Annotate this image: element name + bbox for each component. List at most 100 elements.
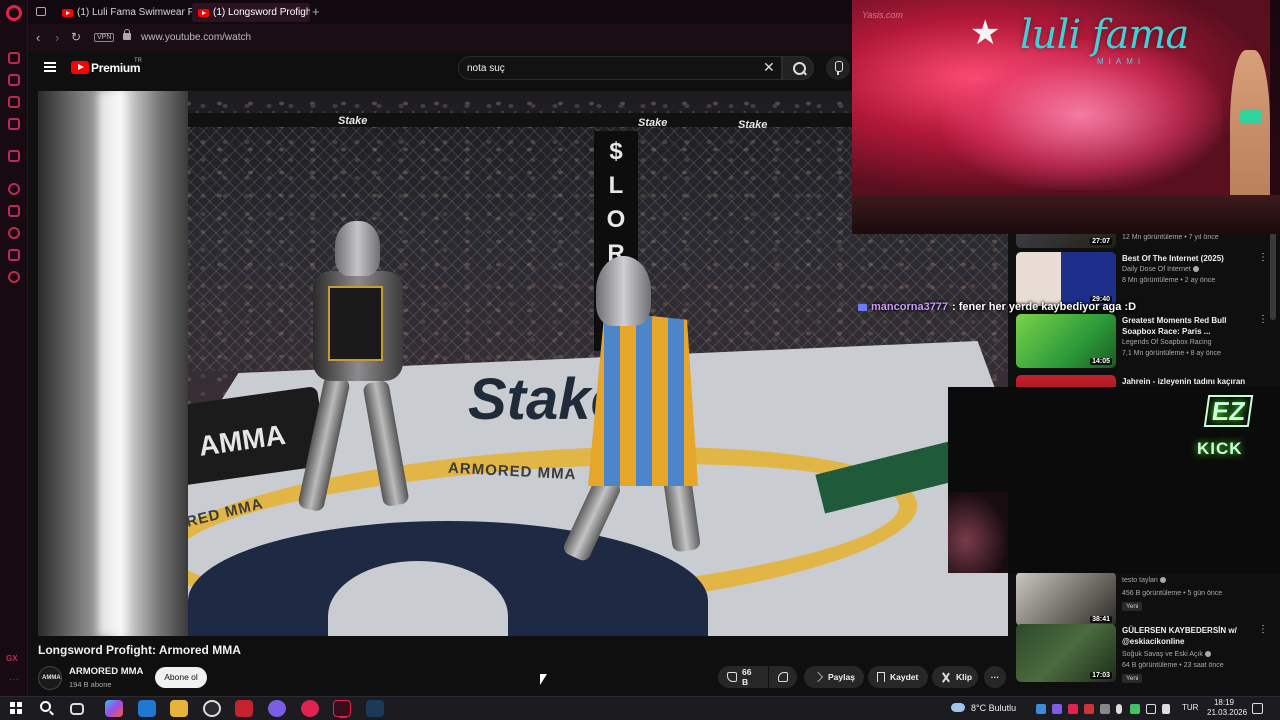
screen: GX ··· (1) Luli Fama Swimwear Fa (1) Lon… — [0, 0, 1280, 720]
kebab-menu-icon[interactable]: ⋮ — [1258, 625, 1268, 635]
search-button[interactable] — [782, 56, 814, 80]
weather-text[interactable]: 8°C Bulutlu — [971, 703, 1016, 713]
back-icon[interactable]: ‹ — [36, 30, 40, 45]
taskbar: 8°C Bulutlu TUR 18:19 21.03.2026 — [0, 696, 1280, 720]
tray-nvidia-icon[interactable] — [1130, 704, 1140, 714]
steam-icon[interactable] — [366, 700, 384, 717]
new-tab-button[interactable]: + — [312, 4, 320, 19]
video-thumbnail[interactable]: 29:40 — [1016, 252, 1116, 306]
notification-icon[interactable] — [1252, 703, 1263, 714]
volume-icon[interactable] — [1162, 704, 1170, 714]
scissors-icon — [941, 672, 951, 682]
cloud-icon[interactable] — [951, 703, 965, 712]
subscribe-button[interactable]: Abone ol — [155, 667, 207, 688]
clock[interactable]: 18:19 21.03.2026 — [1207, 698, 1247, 718]
save-button[interactable]: Kaydet — [868, 666, 928, 688]
language-indicator[interactable]: TUR — [1182, 703, 1198, 712]
dislike-button[interactable] — [769, 666, 797, 688]
more-actions-button[interactable]: ··· — [984, 666, 1006, 688]
sidebar-refresh-icon[interactable] — [8, 52, 20, 64]
list-item[interactable]: 17:03 GÜLERSEN KAYBEDERSİN w/ @eskiaciko… — [1016, 624, 1272, 683]
tab-longsword[interactable]: (1) Longsword Profight — [192, 3, 310, 22]
forward-icon[interactable]: › — [55, 30, 59, 45]
kebab-menu-icon[interactable]: ⋮ — [1258, 253, 1268, 263]
channel-name[interactable]: Legends Of Soapbox Racing — [1122, 339, 1212, 346]
verified-icon — [1192, 266, 1199, 273]
sidebar-more-icon[interactable]: ··· — [9, 674, 19, 685]
voice-search-button[interactable] — [826, 56, 850, 80]
video-meta: 7,1 Mn görüntüleme • 8 ay önce — [1122, 350, 1221, 357]
video-editor-icon[interactable] — [235, 700, 253, 717]
list-item[interactable]: 38:41 testo taylan 456 B görüntüleme • 5… — [1016, 572, 1272, 628]
clear-search-icon[interactable]: ✕ — [763, 59, 775, 76]
clip-label: Klip — [956, 672, 973, 682]
url-field[interactable]: www.youtube.com/watch — [141, 32, 251, 43]
tray-app-icon[interactable] — [1084, 704, 1094, 714]
sidebar-cube-icon[interactable] — [8, 205, 20, 217]
tray-discord-icon[interactable] — [1052, 704, 1062, 714]
kebab-menu-icon[interactable]: ⋮ — [1258, 315, 1268, 325]
opera-icon[interactable] — [301, 700, 319, 717]
tab-luli-fama[interactable]: (1) Luli Fama Swimwear Fa — [56, 3, 204, 22]
start-button[interactable] — [10, 702, 22, 714]
sidebar-twitch-icon[interactable] — [8, 150, 20, 162]
video-thumbnail[interactable]: 38:41 — [1016, 572, 1116, 626]
sidebar-settings-icon[interactable] — [8, 271, 20, 283]
video-thumbnail[interactable]: 14:05 — [1016, 314, 1116, 368]
video-title[interactable]: Best Of The Internet (2025) — [1122, 254, 1250, 265]
channel-name[interactable]: testo taylan — [1122, 577, 1166, 584]
copilot-icon[interactable] — [105, 700, 123, 717]
network-icon[interactable] — [1146, 704, 1156, 714]
youtube-country-code: TR — [134, 58, 142, 64]
video-duration: 17:03 — [1090, 672, 1112, 679]
vpn-badge[interactable]: VPN — [94, 33, 115, 42]
tab-overview-icon[interactable] — [36, 7, 46, 16]
taskbar-search-icon[interactable] — [40, 701, 51, 712]
tray-app-icon[interactable] — [1100, 704, 1110, 714]
webcam-feed — [948, 492, 1008, 573]
share-button[interactable]: Paylaş — [804, 666, 864, 688]
discord-icon[interactable] — [268, 700, 286, 717]
app-icon[interactable] — [203, 700, 221, 717]
list-item[interactable]: 14:05 Greatest Moments Red Bull Soapbox … — [1016, 314, 1272, 370]
tray-steam-icon[interactable] — [1036, 704, 1046, 714]
video-title: Longsword Profight: Armored MMA — [38, 643, 241, 657]
youtube-logo-icon[interactable] — [71, 61, 89, 74]
video-thumbnail[interactable]: 27:07 — [1016, 234, 1116, 248]
chat-text: : fener her yerde kaybediyor aga :D — [952, 301, 1137, 313]
task-view-icon[interactable] — [70, 703, 84, 715]
channel-name[interactable]: Soğuk Savaş ve Eski Açık — [1122, 651, 1211, 658]
opera-logo-icon[interactable] — [6, 5, 22, 21]
sidebar-news-icon[interactable] — [8, 96, 20, 108]
sidebar-bag-icon[interactable] — [8, 74, 20, 86]
list-item[interactable]: 27:07 12 Mn görüntüleme • 7 yıl önce — [1016, 234, 1272, 250]
lock-icon[interactable] — [123, 29, 131, 40]
video-duration: 38:41 — [1090, 616, 1112, 623]
search-input[interactable] — [467, 61, 747, 76]
channel-name[interactable]: ARMORED MMA — [69, 666, 143, 677]
video-title[interactable]: Greatest Moments Red Bull Soapbox Race: … — [1122, 316, 1250, 337]
sidebar-history-icon[interactable] — [8, 227, 20, 239]
clip-button[interactable]: Klip — [932, 666, 978, 688]
channel-name[interactable]: Daily Dose Of Internet — [1122, 266, 1199, 273]
youtube-header: Premium TR ✕ — [28, 52, 852, 86]
menu-icon[interactable] — [44, 62, 56, 72]
opera-gx-icon[interactable] — [333, 700, 351, 718]
channel-avatar[interactable]: AMMA — [38, 666, 62, 690]
tray-opera-icon[interactable] — [1068, 704, 1078, 714]
video-sponsor-tag: Stake — [638, 117, 668, 129]
sidebar-player-icon[interactable] — [8, 183, 20, 195]
youtube-brand[interactable]: Premium — [91, 61, 141, 75]
reload-icon[interactable]: ↻ — [71, 30, 81, 44]
sidebar-extensions-icon[interactable] — [8, 249, 20, 261]
sidebar-messenger-icon[interactable] — [8, 118, 20, 130]
video-title[interactable]: Jahrein - izleyenin tadını kaçıran — [1122, 377, 1250, 388]
outlook-icon[interactable] — [138, 700, 156, 717]
sidebar-gx-badge[interactable]: GX — [6, 654, 18, 663]
video-title[interactable]: GÜLERSEN KAYBEDERSİN w/ @eskiacikonline — [1122, 626, 1250, 647]
microphone-icon[interactable] — [1116, 704, 1122, 714]
file-explorer-icon[interactable] — [170, 700, 188, 717]
new-badge: Yeni — [1122, 674, 1143, 683]
video-thumbnail[interactable]: 17:03 — [1016, 624, 1116, 682]
like-button[interactable]: 66 B — [718, 666, 768, 688]
